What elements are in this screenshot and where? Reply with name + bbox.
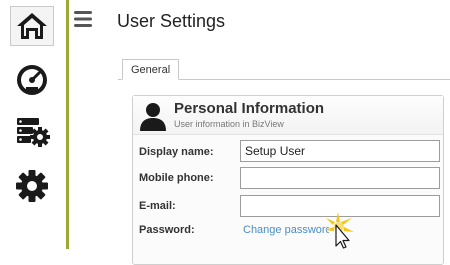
page-title: User Settings	[117, 11, 226, 31]
sidebar-item-dashboard[interactable]	[10, 60, 54, 100]
sidebar-item-server-settings[interactable]	[10, 112, 54, 152]
user-icon	[140, 103, 166, 131]
tab-general[interactable]: General	[122, 59, 180, 80]
display-name-label: Display name:	[139, 146, 214, 158]
hamburger-menu-button[interactable]	[74, 11, 92, 27]
change-password-link[interactable]: Change password	[243, 224, 329, 236]
display-name-field[interactable]	[240, 140, 440, 162]
mobile-phone-label: Mobile phone:	[139, 172, 214, 184]
personal-information-panel: Personal Information User information in…	[132, 95, 444, 265]
mobile-phone-field[interactable]	[240, 167, 440, 189]
password-label: Password:	[139, 224, 195, 236]
dashboard-gauge-icon	[17, 65, 47, 95]
server-settings-icon	[17, 118, 50, 147]
sidebar	[0, 0, 69, 249]
panel-header: Personal Information User information in…	[133, 96, 443, 135]
hamburger-menu-icon	[74, 11, 92, 27]
home-icon	[17, 13, 47, 39]
sidebar-item-home[interactable]	[10, 6, 54, 46]
panel-title: Personal Information	[174, 100, 325, 117]
gear-icon	[16, 170, 48, 202]
mouse-cursor-icon	[324, 212, 354, 249]
email-label: E-mail:	[139, 200, 176, 212]
sidebar-item-settings[interactable]	[10, 166, 54, 206]
panel-subtitle: User information in BizView	[174, 119, 284, 129]
